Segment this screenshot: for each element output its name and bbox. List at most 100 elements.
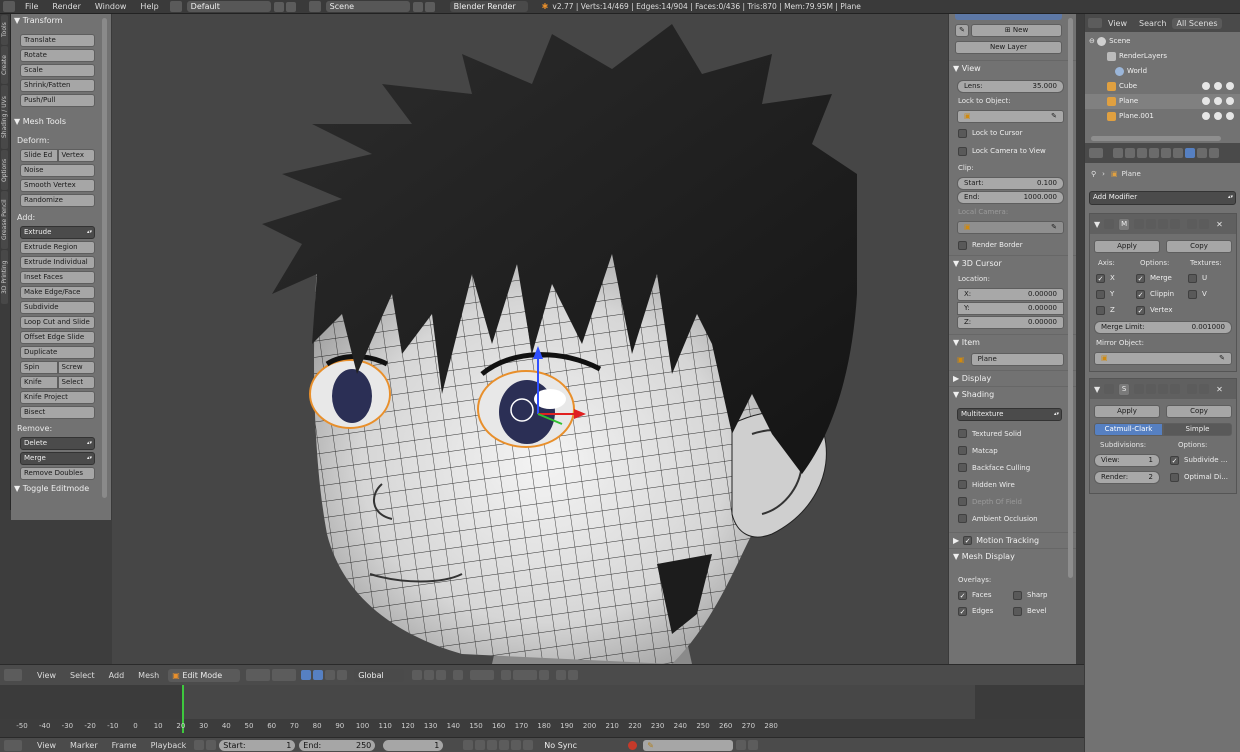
subsurf-view-levels-field[interactable]: View: 1 xyxy=(1094,453,1160,467)
hidden-wire-checkbox[interactable]: Hidden Wire xyxy=(949,476,1076,493)
backface-culling-checkbox[interactable]: Backface Culling xyxy=(949,459,1076,476)
constraints-tab-icon[interactable] xyxy=(1173,148,1183,158)
editor-type-icon[interactable] xyxy=(1089,148,1103,158)
3d-cursor-panel-header[interactable]: ▼ 3D Cursor xyxy=(949,255,1076,271)
outliner-item-cube[interactable]: Cube xyxy=(1085,79,1240,94)
menu-help[interactable]: Help xyxy=(140,2,158,11)
axis-y-checkbox[interactable]: Y xyxy=(1094,286,1136,302)
mesh-display-panel-header[interactable]: ▼ Mesh Display xyxy=(949,548,1076,564)
toggle-editmode-header[interactable]: ▼ Toggle Editmode xyxy=(11,482,111,496)
move-down-icon[interactable] xyxy=(1199,384,1210,394)
shrink-fatten-button[interactable]: Shrink/Fatten xyxy=(20,79,95,92)
loop-cut-button[interactable]: Loop Cut and Slide xyxy=(20,316,95,329)
outliner-scrollbar[interactable] xyxy=(1091,136,1221,141)
3d-viewport[interactable] xyxy=(112,14,948,664)
checkbox[interactable] xyxy=(1136,289,1145,299)
realtime-display-icon[interactable] xyxy=(1134,219,1145,229)
tab-shading-uvs[interactable]: Shading / UVs xyxy=(1,85,8,149)
jump-end-icon[interactable] xyxy=(523,740,534,750)
slide-edge-button[interactable]: Slide Ed xyxy=(20,149,58,162)
render-engine-select[interactable]: Blender Render xyxy=(449,1,528,12)
textured-solid-checkbox[interactable]: Textured Solid xyxy=(949,425,1076,442)
end-frame-field[interactable]: End: 250 xyxy=(299,739,376,751)
snap-target-icon[interactable] xyxy=(539,670,550,680)
editor-type-icon[interactable] xyxy=(3,1,15,12)
shading-mode-select[interactable]: Multitexture xyxy=(957,408,1062,421)
knife-button[interactable]: Knife xyxy=(20,376,58,389)
proportional-editing-icon[interactable] xyxy=(470,670,495,680)
texture-v-checkbox[interactable]: V xyxy=(1188,286,1207,302)
view-menu[interactable]: View xyxy=(37,671,56,680)
tab-3d-printing[interactable]: 3D Printing xyxy=(1,250,8,304)
grease-pencil-tab[interactable] xyxy=(955,14,1062,20)
jump-prev-key-icon[interactable] xyxy=(475,740,486,750)
view-menu[interactable]: View xyxy=(37,741,56,750)
viewport-shading-icon[interactable] xyxy=(246,669,271,681)
n-panel-scrollbar[interactable] xyxy=(1068,18,1073,578)
select-menu[interactable]: Select xyxy=(70,671,95,680)
randomize-button[interactable]: Randomize xyxy=(20,194,95,207)
outliner-item-plane[interactable]: Plane xyxy=(1085,94,1240,109)
checkbox[interactable] xyxy=(1096,273,1105,283)
vertex-slide-button[interactable]: Vertex xyxy=(57,149,95,162)
tool-shelf-scrollbar[interactable] xyxy=(102,18,107,498)
apply-button[interactable]: Apply xyxy=(1094,240,1160,253)
lock-cursor-checkbox[interactable]: Lock to Cursor xyxy=(949,125,1076,141)
bevel-checkbox[interactable]: Bevel xyxy=(1004,603,1047,619)
move-down-icon[interactable] xyxy=(1199,219,1210,229)
merge-checkbox[interactable]: Merge xyxy=(1136,270,1188,286)
outliner-view-menu[interactable]: View xyxy=(1108,19,1127,28)
preview-range-icon[interactable] xyxy=(194,740,205,750)
render-display-icon[interactable] xyxy=(1146,384,1157,394)
remove-scene-icon[interactable] xyxy=(424,1,435,12)
cursor-z-field[interactable]: Z: 0.00000 xyxy=(957,316,1064,329)
duplicate-button[interactable]: Duplicate xyxy=(20,346,95,359)
object-tab-icon[interactable] xyxy=(1161,148,1171,158)
clip-start-field[interactable]: Start: 0.100 xyxy=(957,177,1064,190)
knife-project-button[interactable]: Knife Project xyxy=(20,391,95,404)
checkbox[interactable] xyxy=(1188,289,1197,299)
checkbox[interactable] xyxy=(958,514,967,523)
scale-button[interactable]: Scale xyxy=(20,64,95,77)
mesh-menu[interactable]: Mesh xyxy=(138,671,159,680)
face-select-icon[interactable] xyxy=(436,670,447,680)
character-head-model[interactable] xyxy=(112,14,948,664)
display-panel-header[interactable]: ▶ Display xyxy=(949,370,1076,386)
eyedropper-icon[interactable]: ✎ xyxy=(1051,111,1057,122)
ambient-occlusion-checkbox[interactable]: Ambient Occlusion xyxy=(949,510,1076,527)
pin-icon[interactable]: ⚲ xyxy=(1091,170,1096,178)
close-icon[interactable]: ✕ xyxy=(1216,385,1223,394)
menu-file[interactable]: File xyxy=(25,2,38,11)
new-gp-button[interactable]: ⊞ New xyxy=(971,24,1062,37)
modifier-name-field[interactable]: M xyxy=(1118,217,1131,231)
checkbox[interactable] xyxy=(958,480,967,489)
screen-layout-field[interactable]: Default xyxy=(186,1,271,12)
keying-set-field[interactable]: ✎ xyxy=(643,739,734,751)
checkbox[interactable] xyxy=(958,429,967,438)
tab-tools[interactable]: Tools xyxy=(1,15,8,45)
simple-toggle[interactable]: Simple xyxy=(1163,423,1232,436)
marker-menu[interactable]: Marker xyxy=(70,741,98,750)
collapse-arrow-icon[interactable]: ▼ xyxy=(1094,220,1100,229)
visibility-icons[interactable] xyxy=(1202,97,1234,106)
delete-keyframe-icon[interactable] xyxy=(748,740,759,750)
manipulator-icon[interactable] xyxy=(301,670,312,680)
outliner-item-world[interactable]: World xyxy=(1085,64,1240,79)
mode-select[interactable]: ▣ Edit Mode xyxy=(168,668,241,682)
start-frame-field[interactable]: Start: 1 xyxy=(219,739,296,751)
rotate-button[interactable]: Rotate xyxy=(20,49,95,62)
remove-layout-icon[interactable] xyxy=(285,1,296,12)
data-tab-icon[interactable] xyxy=(1197,148,1207,158)
extrude-region-button[interactable]: Extrude Region xyxy=(20,241,95,254)
outliner-item-scene[interactable]: ⊖ Scene xyxy=(1085,34,1240,49)
clip-end-field[interactable]: End: 1000.000 xyxy=(957,191,1064,204)
sharp-checkbox[interactable]: Sharp xyxy=(1004,587,1048,603)
current-frame-field[interactable]: 1 xyxy=(383,739,444,751)
subdivide-uvs-checkbox[interactable]: Subdivide ... xyxy=(1170,452,1227,468)
material-tab-icon[interactable] xyxy=(1209,148,1219,158)
jump-next-key-icon[interactable] xyxy=(511,740,522,750)
visibility-icons[interactable] xyxy=(1202,82,1234,91)
opengl-render-icon[interactable] xyxy=(556,670,567,680)
delete-dropdown[interactable]: Delete xyxy=(20,437,95,450)
lens-field[interactable]: Lens: 35.000 xyxy=(957,80,1064,93)
